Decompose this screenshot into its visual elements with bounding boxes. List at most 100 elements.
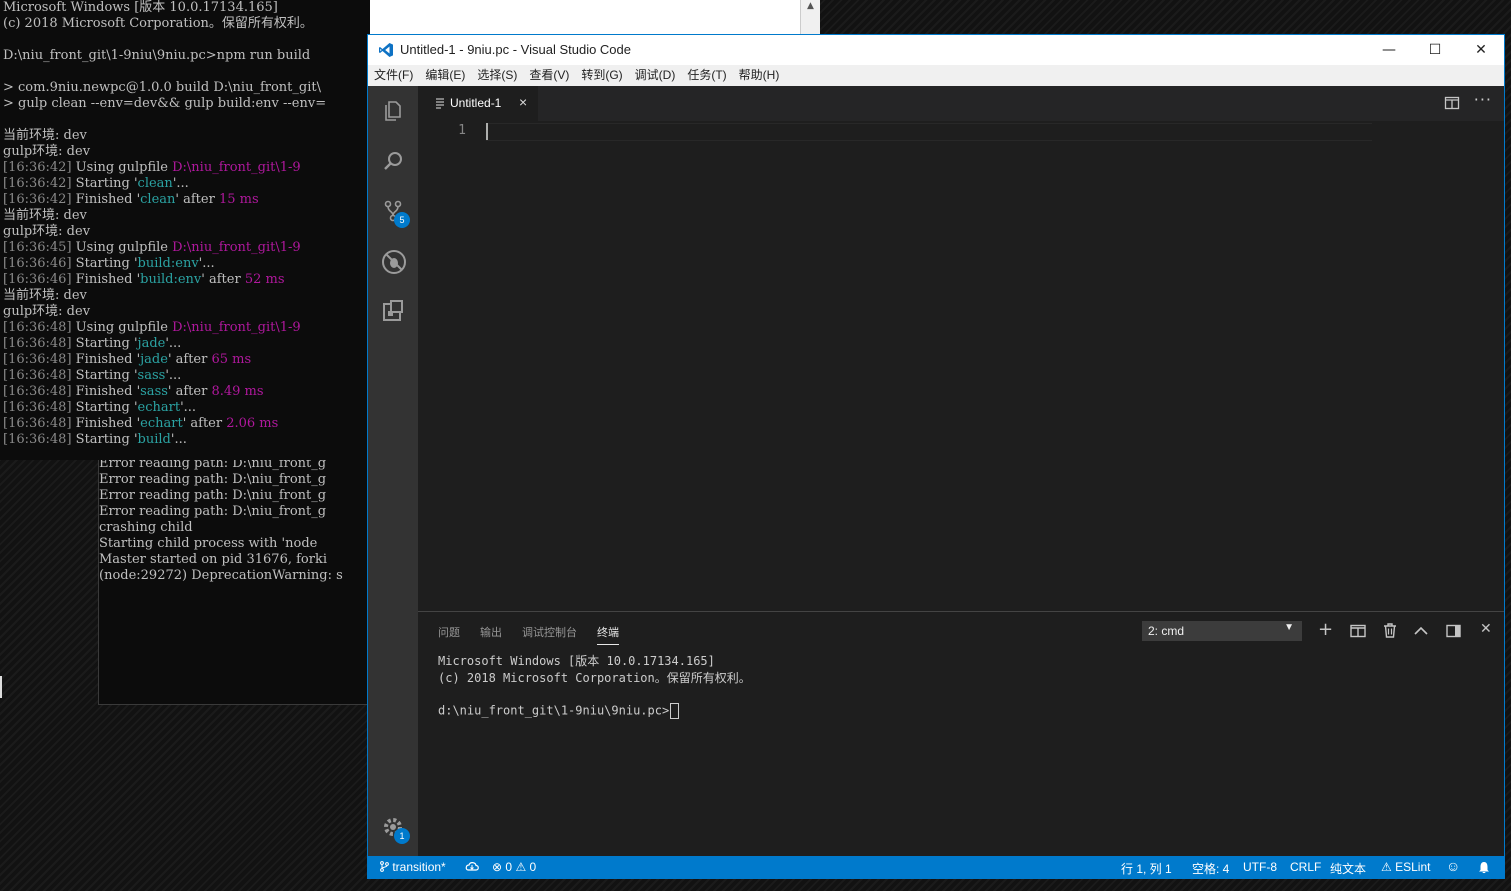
scm-badge: 5 xyxy=(394,212,410,228)
extensions-button[interactable] xyxy=(368,286,418,336)
editor-area[interactable]: Untitled-1 × ··· 1 xyxy=(418,86,1504,610)
eol-status[interactable]: CRLF xyxy=(1290,860,1321,874)
git-branch-icon xyxy=(380,861,389,872)
close-panel-icon[interactable]: ✕ xyxy=(1480,621,1492,637)
cmd-log-line: [16:36:48] Starting 'sass'... xyxy=(0,368,370,384)
cmd-duration: 52 ms xyxy=(244,272,285,287)
more-actions-icon[interactable]: ··· xyxy=(1474,90,1492,109)
cmd-log-line: 当前环境: dev xyxy=(3,208,87,223)
problems-status[interactable]: ⊗ 0 ⚠ 0 xyxy=(492,860,536,874)
cmd-log: 当前环境: dev gulp环境: dev [16:36:42] Using gul… xyxy=(0,128,370,448)
chevron-down-icon: ▼ xyxy=(1284,622,1294,633)
minimize-button[interactable]: — xyxy=(1366,35,1412,65)
menu-selection[interactable]: 选择(S) xyxy=(471,65,523,86)
cmd-blank-line xyxy=(0,64,370,80)
menu-file[interactable]: 文件(F) xyxy=(368,65,419,86)
menu-view[interactable]: 查看(V) xyxy=(523,65,575,86)
explorer-button[interactable] xyxy=(368,86,418,136)
new-terminal-icon[interactable]: + xyxy=(1318,619,1333,640)
cmd-timestamp: [16:36:42] xyxy=(3,192,72,207)
language-status[interactable]: 纯文本 xyxy=(1330,860,1366,877)
tab-untitled-1[interactable]: Untitled-1 × xyxy=(418,86,538,121)
cmd-log-line: [16:36:42] Finished 'clean' after 15 ms xyxy=(0,192,370,208)
error-icon: ⊗ xyxy=(492,860,503,874)
terminal-prompt-line[interactable]: d:\niu_front_git\1-9niu\9niu.pc> xyxy=(438,703,680,719)
cmd-blank-line xyxy=(0,112,370,128)
encoding-status[interactable]: UTF-8 xyxy=(1243,860,1277,874)
debug-button[interactable] xyxy=(368,236,418,286)
search-button[interactable] xyxy=(368,136,418,186)
terminal-cursor xyxy=(670,703,680,719)
cmd-verb: Using gulpfile xyxy=(71,240,173,255)
trash-icon[interactable] xyxy=(1383,623,1397,638)
tab-debug-console[interactable]: 调试控制台 xyxy=(522,624,577,640)
scroll-up-icon[interactable]: ▲ xyxy=(801,0,820,12)
menu-tasks[interactable]: 任务(T) xyxy=(681,65,732,86)
files-icon xyxy=(385,101,401,121)
maximize-button[interactable]: ☐ xyxy=(1412,35,1458,65)
terminal-select[interactable]: 2: cmd ▼ xyxy=(1142,621,1302,641)
tab-problems[interactable]: 问题 xyxy=(438,624,460,640)
cmd-log-line: gulp环境: dev xyxy=(3,144,91,159)
cmd-verb: Starting ' xyxy=(71,256,138,271)
settings-badge: 1 xyxy=(394,828,410,844)
cmd-log-line: 当前环境: dev xyxy=(3,288,87,303)
cmd-log-line: [16:36:42] Starting 'clean'... xyxy=(0,176,370,192)
cmd-tail: ' after xyxy=(167,352,212,367)
toggle-panel-position-icon[interactable] xyxy=(1446,624,1461,638)
cmd-log-line: gulp环境: dev xyxy=(3,304,91,319)
split-terminal-icon[interactable] xyxy=(1350,624,1366,638)
cmd-back-line: Error reading path: D:\niu_front_g xyxy=(99,472,327,487)
cmd-timestamp: [16:36:48] xyxy=(3,384,72,399)
tabs-bar: Untitled-1 × ··· xyxy=(418,86,1504,121)
cmd-back-line: Error reading path: D:\niu_front_g xyxy=(99,488,327,503)
close-button[interactable]: ✕ xyxy=(1458,35,1504,65)
bell-icon[interactable] xyxy=(1478,861,1490,874)
cmd-log-line: gulp环境: dev xyxy=(3,224,91,239)
warning-count: 0 xyxy=(529,860,537,874)
feedback-smiley-icon[interactable]: ☺ xyxy=(1446,858,1460,874)
cmd-log-line: [16:36:46] Finished 'build:env' after 52… xyxy=(0,272,370,288)
split-editor-icon[interactable] xyxy=(1444,95,1460,111)
activity-bar: 5 1 xyxy=(368,86,418,856)
cmd-tail: '... xyxy=(172,176,189,191)
eslint-status[interactable]: ⚠ ESLint xyxy=(1381,860,1430,874)
cmd-timestamp: [16:36:48] xyxy=(3,352,72,367)
menu-edit[interactable]: 编辑(E) xyxy=(419,65,471,86)
cmd-verb: Using gulpfile xyxy=(71,160,173,175)
chevron-up-icon[interactable] xyxy=(1414,626,1428,636)
cmd-timestamp: [16:36:42] xyxy=(3,176,72,191)
tab-terminal[interactable]: 终端 xyxy=(597,624,619,645)
cmd-task-name: clean xyxy=(140,192,176,207)
cmd-log-line: [16:36:42] Using gulpfile D:\niu_front_g… xyxy=(0,160,370,176)
indent-status[interactable]: 空格: 4 xyxy=(1192,860,1229,877)
bottom-panel: 问题 输出 调试控制台 终端 2: cmd ▼ + ✕ Microsoft Wi… xyxy=(418,611,1504,856)
branch-status[interactable]: transition* xyxy=(380,860,446,874)
menu-debug[interactable]: 调试(D) xyxy=(629,65,682,86)
sync-button[interactable] xyxy=(464,860,480,875)
cmd-duration: 8.49 ms xyxy=(211,384,264,399)
cmd-scrollbar[interactable]: ▲ xyxy=(800,0,820,34)
menu-help[interactable]: 帮助(H) xyxy=(733,65,786,86)
manage-button[interactable]: 1 xyxy=(368,802,418,852)
terminal-select-value: 2: cmd xyxy=(1148,624,1185,638)
cmd-log-line: [16:36:48] Finished 'echart' after 2.06 … xyxy=(0,416,370,432)
cmd-log-line: [16:36:48] Starting 'jade'... xyxy=(0,336,370,352)
cmd-log-line: [16:36:48] Using gulpfile D:\niu_front_g… xyxy=(0,320,370,336)
source-control-button[interactable]: 5 xyxy=(368,186,418,236)
cmd-tail: '... xyxy=(170,432,187,447)
window-title: Untitled-1 - 9niu.pc - Visual Studio Cod… xyxy=(400,42,631,57)
vscode-logo-icon xyxy=(379,43,393,57)
cursor-position-status[interactable]: 行 1, 列 1 xyxy=(1121,860,1172,877)
tab-output[interactable]: 输出 xyxy=(480,624,502,640)
debug-icon xyxy=(382,250,406,274)
cmd-verb: Finished ' xyxy=(71,192,141,207)
tab-close-icon[interactable]: × xyxy=(519,94,527,110)
cmd-verb: Finished ' xyxy=(71,352,141,367)
menu-goto[interactable]: 转到(G) xyxy=(575,65,628,86)
cmd-timestamp: [16:36:48] xyxy=(3,336,72,351)
cmd-window-foreground: Microsoft Windows [版本 10.0.17134.165] (c… xyxy=(0,0,371,460)
cmd-back-line: Error reading path: D:\niu_front_g xyxy=(99,504,327,519)
vscode-window: Untitled-1 - 9niu.pc - Visual Studio Cod… xyxy=(367,34,1505,879)
cmd-verb: Starting ' xyxy=(71,336,138,351)
